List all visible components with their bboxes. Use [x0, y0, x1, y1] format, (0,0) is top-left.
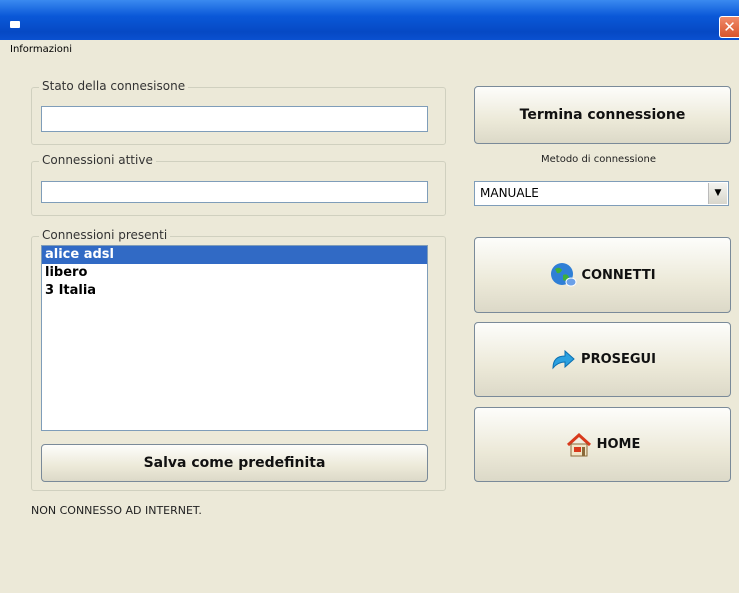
- connections-listbox[interactable]: alice adsl libero 3 Italia: [41, 245, 428, 431]
- menu-item-informazioni[interactable]: Informazioni: [10, 44, 72, 55]
- group-label-presenti: Connessioni presenti: [39, 228, 171, 242]
- menu-bar: Informazioni: [0, 40, 739, 60]
- method-caption: Metodo di connessione: [541, 154, 657, 165]
- connection-status-text: NON CONNESSO AD INTERNET.: [31, 504, 202, 517]
- house-icon: [566, 432, 591, 456]
- app-icon: [10, 21, 20, 28]
- stato-connessione-field[interactable]: [41, 106, 428, 132]
- list-item[interactable]: alice adsl: [42, 246, 427, 264]
- chevron-down-icon[interactable]: ▼: [708, 183, 727, 204]
- save-default-button[interactable]: Salva come predefinita: [41, 444, 428, 482]
- save-default-label: Salva come predefinita: [143, 455, 326, 471]
- continue-label: PROSEGUI: [581, 352, 656, 367]
- connessioni-attive-field[interactable]: [41, 181, 428, 203]
- close-button[interactable]: ✕: [719, 16, 739, 38]
- terminate-connection-button[interactable]: Termina connessione: [474, 86, 731, 144]
- forward-arrow-icon: [552, 349, 575, 369]
- terminate-connection-label: Termina connessione: [519, 107, 686, 123]
- list-item[interactable]: libero: [42, 264, 427, 282]
- app-window: ✕ Informazioni Stato della connesisone C…: [0, 0, 739, 593]
- group-label-stato: Stato della connesisone: [39, 79, 189, 93]
- continue-button[interactable]: PROSEGUI: [474, 322, 731, 397]
- method-select-value: MANUALE: [480, 186, 539, 200]
- connect-button[interactable]: CONNETTI: [474, 237, 731, 313]
- home-button[interactable]: HOME: [474, 407, 731, 482]
- home-label: HOME: [596, 437, 641, 452]
- globe-icon: [551, 263, 577, 287]
- close-icon: ✕: [723, 18, 736, 36]
- connect-label: CONNETTI: [581, 267, 656, 283]
- title-bar[interactable]: ✕: [0, 0, 739, 40]
- list-item[interactable]: 3 Italia: [42, 282, 427, 300]
- method-select[interactable]: MANUALE ▼: [474, 181, 729, 206]
- group-label-attive: Connessioni attive: [39, 153, 156, 167]
